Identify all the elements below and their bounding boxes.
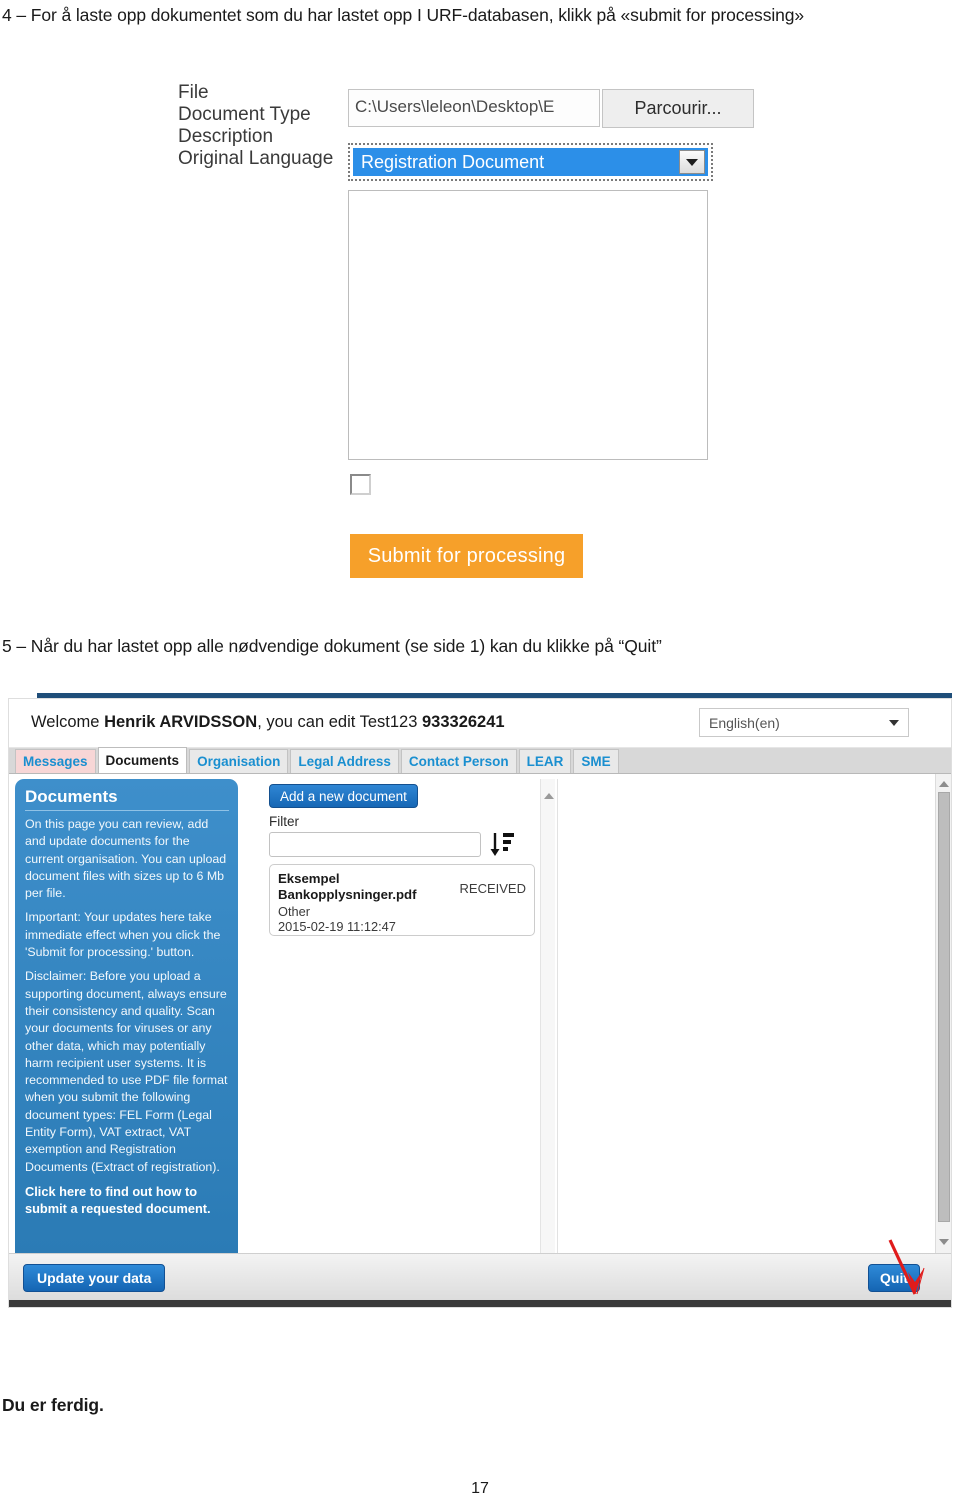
submit-requested-document-link[interactable]: Click here to find out how to submit a r… <box>25 1183 229 1218</box>
update-your-data-button[interactable]: Update your data <box>23 1264 166 1292</box>
tab-messages[interactable]: Messages <box>15 749 96 773</box>
info-paragraph-overview: On this page you can review, add and upd… <box>25 817 227 901</box>
portal-screenshot: Welcome Henrik ARVIDSSON, you can edit T… <box>8 693 952 1341</box>
tab-documents[interactable]: Documents <box>97 747 188 773</box>
filter-input[interactable] <box>269 832 481 857</box>
chevron-down-icon[interactable] <box>679 150 705 174</box>
tab-organisation[interactable]: Organisation <box>189 749 289 773</box>
document-type-select[interactable]: Registration Document <box>353 148 708 176</box>
info-paragraph-disclaimer: Disclaimer: Before you upload a supporti… <box>25 969 228 1174</box>
documents-info-panel: Documents On this page you can review, a… <box>15 779 238 1276</box>
scroll-down-arrow-icon[interactable] <box>939 1239 949 1245</box>
upload-form-screenshot: File C:\Users\leleon\Desktop\E Parcourir… <box>178 82 754 602</box>
tab-lear[interactable]: LEAR <box>518 749 572 773</box>
page-number: 17 <box>471 1480 489 1497</box>
step-4-instruction: 4 – For å laste opp dokumentet som du ha… <box>2 5 805 25</box>
tab-sme[interactable]: SME <box>573 749 619 773</box>
scroll-up-arrow-icon[interactable] <box>939 781 949 787</box>
portal-frame: Welcome Henrik ARVIDSSON, you can edit T… <box>8 698 952 1308</box>
portal-content-area: Documents On this page you can review, a… <box>9 774 951 1276</box>
welcome-message: Welcome Henrik ARVIDSSON, you can edit T… <box>31 713 505 732</box>
language-select[interactable]: English(en) <box>699 708 909 737</box>
quit-button[interactable]: Quit <box>868 1264 920 1292</box>
document-list-item[interactable]: Eksempel Bankopplysninger.pdf RECEIVED O… <box>269 864 535 936</box>
document-name: Eksempel Bankopplysninger.pdf <box>278 871 417 902</box>
info-paragraph-important: Important: Your updates here take immedi… <box>25 910 221 960</box>
language-select-value: English(en) <box>709 714 780 731</box>
add-new-document-button[interactable]: Add a new document <box>269 784 418 808</box>
description-textarea[interactable] <box>348 190 708 460</box>
document-list-scrollbar[interactable] <box>540 779 555 1276</box>
submit-for-processing-button[interactable]: Submit for processing <box>350 534 583 578</box>
welcome-bar: Welcome Henrik ARVIDSSON, you can edit T… <box>9 699 951 748</box>
scrollbar-thumb[interactable] <box>938 792 950 1222</box>
portal-footer-bar: Update your data Quit <box>9 1253 951 1307</box>
column-divider <box>557 779 558 1276</box>
chevron-down-icon <box>889 719 899 726</box>
document-type-value: Registration Document <box>361 151 545 172</box>
step-5-instruction: 5 – Når du har lastet opp alle nødvendig… <box>2 636 662 656</box>
welcome-org-id: 933326241 <box>422 713 505 731</box>
tab-legal-address[interactable]: Legal Address <box>290 749 399 773</box>
file-path-input[interactable]: C:\Users\leleon\Desktop\E <box>348 89 600 127</box>
closing-text: Du er ferdig. <box>2 1395 104 1415</box>
page-scrollbar[interactable] <box>935 774 951 1253</box>
original-language-checkbox[interactable] <box>350 474 371 495</box>
tab-contact-person[interactable]: Contact Person <box>400 749 517 773</box>
welcome-user: Henrik ARVIDSSON <box>104 713 258 731</box>
sort-descending-icon[interactable] <box>488 828 518 860</box>
document-type-select-wrapper[interactable]: Registration Document <box>348 143 713 181</box>
welcome-prefix: Welcome <box>31 713 105 731</box>
filter-label: Filter <box>269 814 299 829</box>
scroll-up-arrow-icon[interactable] <box>544 793 554 799</box>
documents-column: Add a new document Filter Eksempel Banko… <box>264 779 544 1276</box>
info-panel-title: Documents <box>25 787 229 811</box>
document-status-badge: RECEIVED <box>459 881 526 896</box>
portal-tab-bar: Messages Documents Organisation Legal Ad… <box>9 747 951 774</box>
browse-button[interactable]: Parcourir... <box>602 89 754 128</box>
welcome-middle: , you can edit Test123 <box>257 713 422 731</box>
footer-shadow <box>9 1300 951 1307</box>
document-type: Other <box>278 904 311 919</box>
document-date: 2015-02-19 11:12:47 <box>278 919 396 934</box>
